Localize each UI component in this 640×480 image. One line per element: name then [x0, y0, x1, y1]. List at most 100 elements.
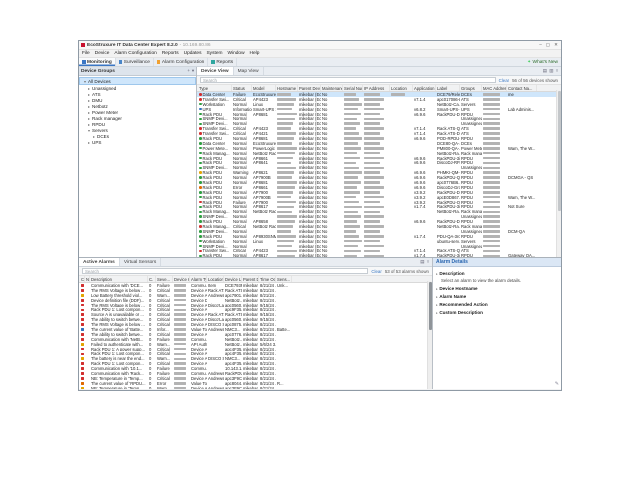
twisty-icon[interactable]: ▾	[87, 128, 91, 133]
column-header-type[interactable]: Type	[198, 85, 232, 91]
table-view-icon[interactable]: ▤	[420, 259, 424, 265]
filter-icon[interactable]: ▥	[549, 68, 553, 74]
column-header-label[interactable]: Label	[436, 85, 460, 91]
device-search-input[interactable]	[200, 77, 496, 83]
perspective-tab-alarm-configuration[interactable]: Alarm Configuration	[154, 58, 208, 66]
whats-new-link[interactable]: ✦ What's New	[527, 58, 561, 66]
column-header-sens[interactable]: Sens...	[276, 276, 292, 282]
redacted-text	[344, 142, 358, 145]
twisty-icon[interactable]: ▸	[87, 86, 91, 91]
column-header-groups[interactable]: Groups	[460, 85, 482, 91]
twisty-icon[interactable]: ▾	[83, 79, 87, 84]
column-header-model[interactable]: Model	[252, 85, 276, 91]
column-header-maintenanc[interactable]: Maintenanc...	[321, 85, 343, 91]
device-clear-link[interactable]: Clear	[499, 78, 510, 83]
column-header-alarm-ty[interactable]: Alarm Ty...	[190, 276, 207, 282]
cell-parent-device: mikebar (Ec...	[298, 253, 321, 257]
tree-item-ups[interactable]: ▸UPS	[79, 139, 196, 145]
twisty-icon[interactable]: ▸	[87, 92, 91, 97]
cell-count: 0	[148, 386, 156, 389]
column-header-location[interactable]: Location	[207, 276, 224, 282]
redacted-text	[277, 245, 292, 248]
perspective-tab-surveillance[interactable]: Surveillance	[116, 58, 154, 66]
column-header-seve[interactable]: Seve...	[156, 276, 173, 282]
device-table-scrollbar[interactable]	[556, 90, 561, 257]
menu-item-system[interactable]: System	[206, 51, 222, 56]
device-status-icon	[199, 176, 202, 179]
column-header-parent-d[interactable]: Parent D...	[242, 276, 259, 282]
device-status-icon	[199, 98, 202, 101]
minimize-icon[interactable]: –	[539, 42, 542, 48]
tab-device-view[interactable]: Device View	[197, 67, 234, 75]
details-field-device-hostname[interactable]: ▸Device Hostname	[436, 286, 558, 291]
twisty-icon[interactable]: ▸	[87, 122, 91, 127]
column-header-parent-device[interactable]: Parent Device	[298, 85, 321, 91]
view-menu-icon[interactable]: ▾	[192, 68, 194, 74]
redacted-text	[344, 196, 356, 199]
alarms-clear-link[interactable]: Clear	[371, 269, 382, 274]
alarms-search-input[interactable]	[82, 268, 368, 274]
column-header-device-h[interactable]: Device H...	[173, 276, 190, 282]
redacted-text	[277, 93, 291, 96]
tab-map-view[interactable]: Map View	[234, 67, 264, 75]
tab-active-alarms[interactable]: Active Alarms	[79, 258, 120, 266]
menu-item-device[interactable]: Device	[95, 51, 110, 56]
redacted-text	[277, 211, 292, 214]
column-header-status[interactable]: Status	[232, 85, 252, 91]
details-field-recommended-action[interactable]: ▸Recommended Action	[436, 302, 558, 307]
twisty-icon[interactable]: ▸	[87, 104, 91, 109]
redacted-text	[364, 245, 384, 248]
menu-item-updates[interactable]: Updates	[184, 51, 202, 56]
twisty-icon[interactable]: ▸	[92, 134, 96, 139]
redacted-text	[344, 108, 358, 111]
close-icon[interactable]: ✕	[554, 42, 558, 48]
device-status-icon	[199, 147, 202, 150]
column-header-contact-na[interactable]: Contact Na...	[507, 85, 537, 91]
menu-item-help[interactable]: Help	[250, 51, 260, 56]
column-header-location[interactable]: Location	[390, 85, 413, 91]
details-field-alarm-name[interactable]: ▸Alarm Name	[436, 294, 558, 299]
device-status-icon	[199, 152, 202, 155]
column-header-mac-address[interactable]: MAC Address	[482, 85, 507, 91]
menu-item-alarm-configuration[interactable]: Alarm Configuration	[114, 51, 156, 56]
tree-item-all-devices[interactable]: ▾All Devices	[79, 77, 196, 85]
alarm-row[interactable]: NB: Temperature in 'Temp...0Warn...Devic…	[79, 386, 432, 389]
perspective-tab-reports[interactable]: Reports	[208, 58, 237, 66]
menu-item-reports[interactable]: Reports	[162, 51, 179, 56]
column-header-time-oc[interactable]: Time Oc...	[259, 276, 276, 282]
details-section-description[interactable]: ▸ Description	[436, 271, 558, 276]
redacted-text	[344, 171, 362, 174]
minimize-pane-icon[interactable]: ▿	[556, 68, 558, 74]
twisty-icon[interactable]: ▸	[87, 116, 91, 121]
alarm-severity-icon	[81, 294, 84, 297]
column-header-serial-number[interactable]: Serial Number	[343, 85, 363, 91]
alarm-severity-icon	[81, 313, 84, 316]
perspective-tab-monitoring[interactable]: Monitoring	[79, 58, 116, 66]
device-groups-header: Device Groups +▾	[79, 67, 196, 76]
twisty-icon[interactable]: ▸	[87, 110, 91, 115]
twisty-icon[interactable]: ▸	[87, 140, 91, 145]
add-group-icon[interactable]: +	[187, 68, 190, 74]
redacted-text	[483, 93, 500, 96]
menu-item-window[interactable]: Window	[227, 51, 244, 56]
redacted-text	[174, 289, 186, 292]
tree-item-label: Rack manager	[92, 116, 122, 121]
column-header-ip-address[interactable]: IP Address	[363, 85, 390, 91]
column-header-device-la[interactable]: Device La...	[224, 276, 242, 282]
menu-item-file[interactable]: File	[82, 51, 90, 56]
device-row[interactable]: Rack PDUNormalAP8617mikebar (Ec...Nov1.7…	[197, 253, 561, 257]
minimize-pane-icon[interactable]: ▿	[427, 259, 429, 265]
redacted-text	[277, 196, 291, 199]
column-header-hostname[interactable]: Hostname	[276, 85, 298, 91]
twisty-icon[interactable]: ▸	[87, 98, 91, 103]
column-header-c[interactable]: C.	[148, 276, 156, 282]
details-field-custom-description[interactable]: ▸Custom Description	[436, 310, 558, 315]
column-header-description[interactable]: Description	[90, 276, 148, 282]
cell-ip-address	[363, 253, 390, 257]
maximize-icon[interactable]: ▢	[546, 42, 550, 48]
edit-pencil-icon[interactable]: ✎	[555, 381, 559, 387]
scrollbar-thumb[interactable]	[558, 91, 561, 211]
tab-virtual-sensors[interactable]: Virtual Sensors	[120, 258, 161, 266]
table-view-icon[interactable]: ▤	[543, 68, 547, 74]
column-header-application[interactable]: Application ...	[413, 85, 436, 91]
